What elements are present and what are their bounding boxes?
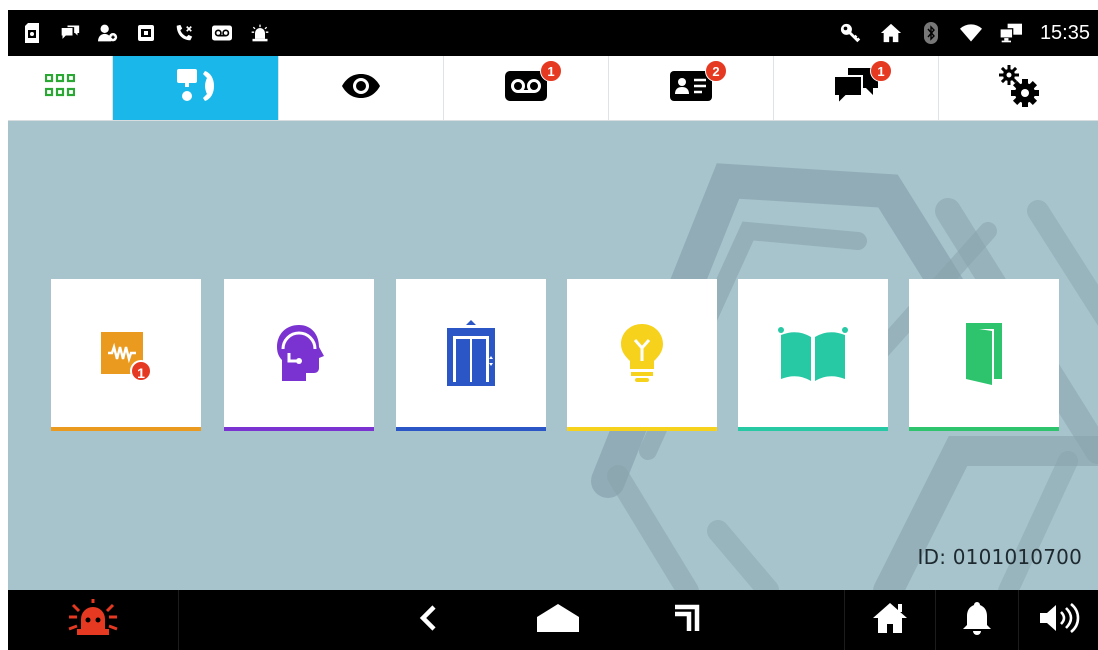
back-icon — [418, 604, 438, 636]
tile-accent-bar — [224, 427, 374, 431]
tile-audio-message[interactable]: 1 — [51, 279, 201, 431]
voicemail-icon — [212, 23, 232, 43]
tab-monitor[interactable] — [279, 56, 444, 120]
tab-intercom[interactable] — [113, 56, 279, 120]
bell-icon — [962, 600, 992, 641]
messages-icon — [60, 23, 80, 43]
tab-apps[interactable] — [8, 56, 113, 120]
gears-icon — [998, 64, 1039, 112]
sd-card-icon — [22, 23, 42, 43]
gate-icon — [777, 325, 849, 386]
bell-button[interactable] — [936, 590, 1018, 650]
tile-accent-bar — [909, 427, 1059, 431]
nav-divider — [178, 590, 179, 650]
grid-icon — [44, 73, 76, 103]
status-bar: 15:35 — [8, 10, 1098, 56]
home-icon — [536, 603, 580, 638]
tab-bar: 1 2 1 — [8, 56, 1098, 121]
volume-icon — [1038, 602, 1080, 638]
volume-button[interactable] — [1019, 590, 1098, 650]
recent-icon — [673, 603, 703, 638]
device-id-label: ID: 0101010700 — [917, 545, 1082, 569]
tile-door[interactable] — [909, 279, 1059, 431]
clock: 15:35 — [1039, 21, 1090, 44]
intercom-icon — [175, 67, 217, 110]
alarm-button[interactable] — [8, 590, 178, 650]
elevator-icon — [445, 319, 497, 391]
tile-light[interactable] — [567, 279, 717, 431]
tab-voicemail[interactable]: 1 — [444, 56, 609, 120]
scene-icon — [136, 23, 156, 43]
lightbulb-icon — [619, 323, 665, 388]
recent-apps-button[interactable] — [658, 590, 718, 650]
monitor-icon — [999, 22, 1022, 44]
tab-messages[interactable]: 1 — [774, 56, 939, 120]
back-button[interactable] — [403, 590, 453, 650]
home-icon — [880, 22, 902, 44]
tile-accent-bar — [738, 427, 888, 431]
home-button[interactable] — [528, 590, 588, 650]
notification-badge: 1 — [540, 60, 562, 82]
tile-gate[interactable] — [738, 279, 888, 431]
key-icon — [840, 22, 862, 44]
alarm-icon — [67, 598, 119, 642]
add-user-icon — [98, 23, 118, 43]
eye-icon — [341, 73, 381, 104]
home-icon — [872, 602, 908, 639]
device-screen: 15:35 1 2 1 1 ID: 0101010700 — [8, 10, 1098, 650]
navigation-bar — [8, 590, 1098, 650]
notification-badge: 2 — [705, 60, 727, 82]
alarm-icon — [250, 23, 270, 43]
headset-person-icon — [273, 323, 325, 388]
tab-settings[interactable] — [939, 56, 1098, 120]
tab-contacts[interactable]: 2 — [609, 56, 774, 120]
tile-accent-bar — [396, 427, 546, 431]
notification-badge: 1 — [137, 365, 145, 381]
door-icon — [964, 321, 1004, 390]
missed-call-icon — [174, 23, 194, 43]
tile-concierge[interactable] — [224, 279, 374, 431]
tile-elevator[interactable] — [396, 279, 546, 431]
notification-badge: 1 — [870, 60, 892, 82]
home-panel-button[interactable] — [845, 590, 935, 650]
main-panel: 1 ID: 0101010700 — [8, 121, 1098, 590]
wifi-icon — [959, 22, 982, 44]
bluetooth-icon — [920, 22, 942, 44]
tile-accent-bar — [567, 427, 717, 431]
tile-accent-bar — [51, 427, 201, 431]
